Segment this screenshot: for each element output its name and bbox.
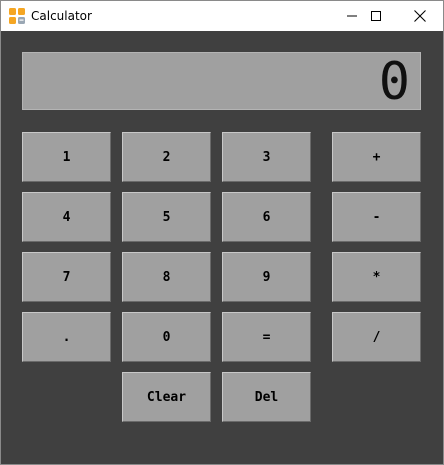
key-4[interactable]: 4 (22, 192, 111, 242)
close-button[interactable] (397, 1, 443, 31)
clear-button[interactable]: Clear (122, 372, 211, 422)
key-dot[interactable]: . (22, 312, 111, 362)
key-2[interactable]: 2 (122, 132, 211, 182)
title-bar[interactable]: Calculator (1, 1, 443, 31)
key-equals[interactable]: = (222, 312, 311, 362)
key-1[interactable]: 1 (22, 132, 111, 182)
key-divide[interactable]: / (332, 312, 421, 362)
key-minus[interactable]: - (332, 192, 421, 242)
key-5[interactable]: 5 (122, 192, 211, 242)
key-8[interactable]: 8 (122, 252, 211, 302)
key-plus[interactable]: + (332, 132, 421, 182)
window-title: Calculator (31, 9, 92, 23)
delete-button[interactable]: Del (222, 372, 311, 422)
key-7[interactable]: 7 (22, 252, 111, 302)
display-value: 0 (378, 52, 410, 112)
close-icon (414, 10, 426, 22)
result-display: 0 (22, 52, 421, 110)
key-0[interactable]: 0 (122, 312, 211, 362)
key-3[interactable]: 3 (222, 132, 311, 182)
key-6[interactable]: 6 (222, 192, 311, 242)
key-multiply[interactable]: * (332, 252, 421, 302)
maximize-button[interactable] (353, 1, 399, 31)
maximize-icon (371, 11, 381, 21)
calculator-window: Calculator 0 1 2 3 + 4 5 6 - 7 8 9 * . 0… (0, 0, 444, 465)
calculator-app-icon (9, 8, 25, 24)
key-9[interactable]: 9 (222, 252, 311, 302)
